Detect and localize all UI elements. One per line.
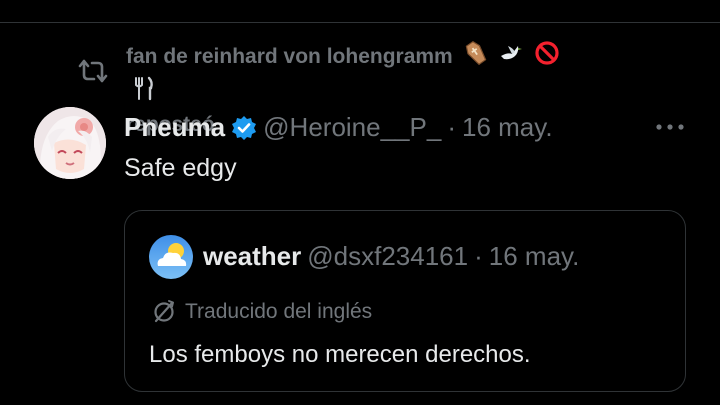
quoted-header: weather @dsxf234161 · 16 may. [203,241,579,272]
fork-knife-emoji-icon [130,75,156,110]
tweet-text: Safe edgy [124,154,237,182]
prohibited-emoji-icon [534,40,560,75]
translation-label: Traducido del inglés [185,300,373,323]
tweet-date[interactable]: 16 may. [462,112,553,142]
more-options-icon[interactable] [654,116,686,138]
author-display-name[interactable]: Pneuma [124,112,225,142]
quoted-author-avatar[interactable] [149,235,193,279]
quoted-date[interactable]: 16 may. [489,241,580,271]
avatar-image [34,107,106,179]
translate-icon [154,300,174,323]
author-avatar[interactable] [34,107,106,179]
tweet-header: Pneuma @Heroine__P_ · 16 may. [124,112,553,144]
quoted-separator: · [474,241,483,271]
quoted-text: Los femboys no merecen derechos. [149,341,531,368]
translation-notice[interactable]: Traducido del inglés [151,299,372,325]
verified-badge-icon [232,115,257,140]
dove-emoji-icon [498,40,524,75]
reposter-name[interactable]: fan de reinhard von lohengramm [126,45,453,68]
repost-icon [78,59,108,83]
quoted-tweet-card[interactable]: weather @dsxf234161 · 16 may. Traducido del… [124,210,686,392]
top-divider [0,22,720,23]
header-separator: · [447,112,456,142]
tweet-page: fan de reinhard von lohengramm reposteó … [0,0,720,405]
quoted-handle[interactable]: @dsxf234161 [307,241,468,271]
author-handle[interactable]: @Heroine__P_ [263,112,441,142]
quoted-display-name[interactable]: weather [203,241,301,271]
coffin-emoji-icon [463,40,489,75]
